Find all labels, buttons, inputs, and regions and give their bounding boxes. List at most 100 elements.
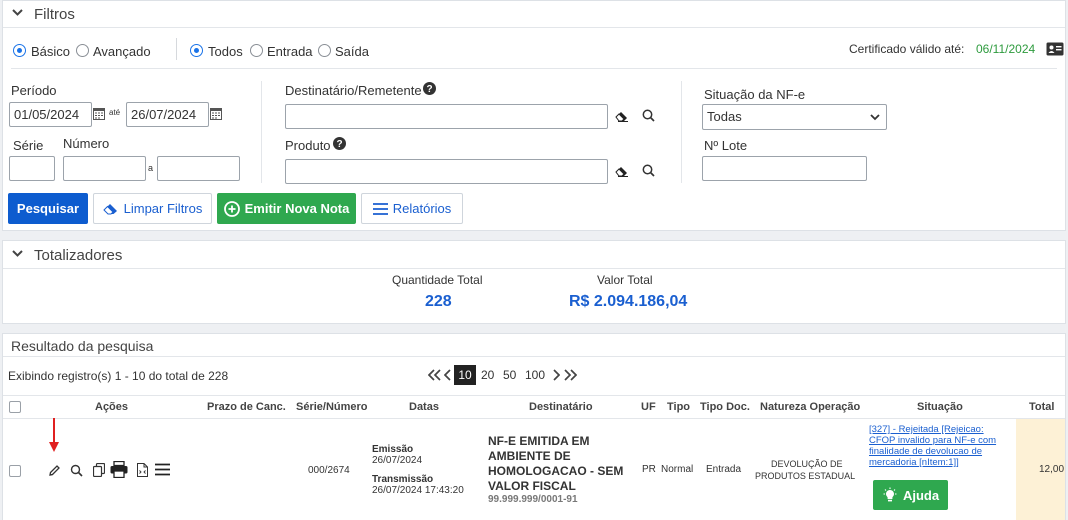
lote-input[interactable] (702, 156, 867, 181)
col-tipo-doc[interactable]: Tipo Doc. (700, 401, 750, 413)
separator (3, 395, 1065, 396)
emitir-nova-nota-button[interactable]: Emitir Nova Nota (217, 193, 356, 224)
help-icon[interactable]: ? (333, 137, 346, 150)
chevron-down-icon (870, 114, 880, 121)
totalizadores-panel: Totalizadores Quantidade Total 228 Valor… (2, 240, 1066, 324)
page-size-20[interactable]: 20 (481, 368, 494, 382)
lote-label: Nº Lote (704, 138, 748, 153)
radio-entrada[interactable] (250, 44, 263, 57)
dest-input[interactable] (285, 104, 608, 129)
periodo-label: Período (11, 83, 57, 98)
filtros-header[interactable]: Filtros (3, 1, 1065, 28)
divider (681, 81, 682, 183)
row-checkbox[interactable] (9, 465, 21, 477)
periodo-from-input[interactable] (9, 102, 92, 127)
separator (3, 418, 1065, 419)
col-prazo-canc[interactable]: Prazo de Canc. (207, 401, 286, 413)
double-chevron-right-icon[interactable] (564, 369, 577, 381)
situacao-line-2: CFOP invalido para NF-e com (869, 435, 997, 446)
lightbulb-icon (883, 487, 897, 502)
menu-icon[interactable] (155, 463, 170, 476)
tipo-doc-cell: Entrada (706, 464, 742, 475)
transmissao-date: 26/07/2024 17:43:20 (372, 485, 464, 496)
radio-basico[interactable] (13, 44, 26, 57)
search-icon[interactable] (642, 109, 655, 122)
select-all-checkbox[interactable] (9, 401, 21, 413)
produto-input[interactable] (285, 159, 608, 184)
uf-cell: PR (642, 464, 656, 475)
col-destinatario[interactable]: Destinatário (529, 401, 593, 413)
qty-total-value: 228 (425, 293, 452, 310)
situacao-line-4: mercadoria [nItem:1]] (869, 457, 959, 468)
radio-entrada-label: Entrada (267, 44, 313, 59)
col-uf[interactable]: UF (641, 401, 656, 413)
chevron-right-icon[interactable] (552, 369, 560, 381)
page-size-100[interactable]: 100 (525, 368, 545, 382)
relatorios-button[interactable]: Relatórios (361, 193, 463, 224)
natureza-line-2: PRODUTOS ESTADUAL (755, 471, 856, 481)
totalizadores-header[interactable]: Totalizadores (3, 241, 1065, 269)
col-acoes[interactable]: Ações (95, 401, 128, 413)
col-datas[interactable]: Datas (409, 401, 439, 413)
eraser-icon[interactable] (615, 110, 629, 122)
produto-label: Produto (285, 138, 331, 153)
separator (11, 68, 1057, 69)
situacao-label: Situação da NF-e (704, 87, 806, 102)
limpar-filtros-button[interactable]: Limpar Filtros (93, 193, 212, 224)
menu-icon (372, 202, 388, 215)
dest-label: Destinatário/Remetente (285, 83, 422, 98)
copy-icon[interactable] (93, 463, 105, 477)
pesquisar-label: Pesquisar (16, 201, 80, 216)
col-natureza[interactable]: Natureza Operação (760, 401, 860, 413)
col-situacao[interactable]: Situação (917, 401, 963, 413)
limpar-filtros-label: Limpar Filtros (123, 201, 203, 216)
calendar-icon[interactable] (93, 107, 105, 120)
calendar-icon[interactable] (210, 107, 222, 120)
valor-total-label: Valor Total (597, 273, 653, 287)
numero-sep: a (148, 163, 154, 173)
valor-total-value: R$ 2.094.186,04 (569, 293, 688, 310)
search-icon[interactable] (642, 164, 655, 177)
help-icon[interactable]: ? (423, 82, 436, 95)
page-size-50[interactable]: 50 (503, 368, 516, 382)
radio-todos[interactable] (190, 44, 203, 57)
serie-numero-cell: 000/2674 (308, 465, 350, 476)
periodo-to-input[interactable] (126, 102, 209, 127)
numero-from-input[interactable] (63, 156, 146, 181)
emissao-date: 26/07/2024 (372, 455, 423, 466)
numero-to-input[interactable] (157, 156, 240, 181)
chevron-left-icon[interactable] (444, 369, 452, 381)
radio-avancado[interactable] (76, 44, 89, 57)
situacao-line-1: [327] - Rejeitada [Rejeicao: (869, 424, 984, 435)
pencil-icon[interactable] (48, 464, 61, 477)
cert-date: 06/11/2024 (976, 42, 1036, 56)
radio-avancado-label: Avançado (93, 44, 151, 59)
emitir-nova-nota-label: Emitir Nova Nota (244, 201, 350, 216)
col-tipo[interactable]: Tipo (667, 401, 690, 413)
id-card-icon[interactable] (1046, 42, 1064, 56)
dest-name-line-2: AMBIENTE DE (488, 449, 571, 463)
radio-saida[interactable] (318, 44, 331, 57)
col-total[interactable]: Total (1029, 401, 1054, 413)
situacao-select[interactable]: Todas (702, 104, 887, 130)
printer-icon[interactable] (110, 461, 128, 478)
filtros-panel: Filtros Básico Avançado Todos Entrada Sa… (2, 0, 1066, 231)
situacao-link[interactable]: [327] - Rejeitada [Rejeicao: CFOP invali… (869, 424, 1009, 468)
svg-text:?: ? (336, 139, 342, 150)
emissao-label: Emissão (372, 444, 414, 455)
search-icon[interactable] (70, 464, 83, 477)
ajuda-button[interactable]: Ajuda (873, 480, 948, 510)
page-size-10[interactable]: 10 (454, 365, 476, 385)
tipo-cell: Normal (661, 464, 694, 475)
xml-file-icon[interactable] (137, 463, 148, 477)
pesquisar-button[interactable]: Pesquisar (8, 193, 88, 224)
serie-input[interactable] (9, 156, 55, 181)
divider (261, 81, 262, 183)
natureza-line-1: DEVOLUÇÃO DE (771, 459, 843, 469)
divider (176, 38, 177, 60)
records-info: Exibindo registro(s) 1 - 10 do total de … (8, 369, 229, 383)
double-chevron-left-icon[interactable] (428, 369, 441, 381)
eraser-icon[interactable] (615, 165, 629, 177)
radio-saida-label: Saída (335, 44, 369, 59)
col-serie-numero[interactable]: Série/Número (296, 401, 368, 413)
